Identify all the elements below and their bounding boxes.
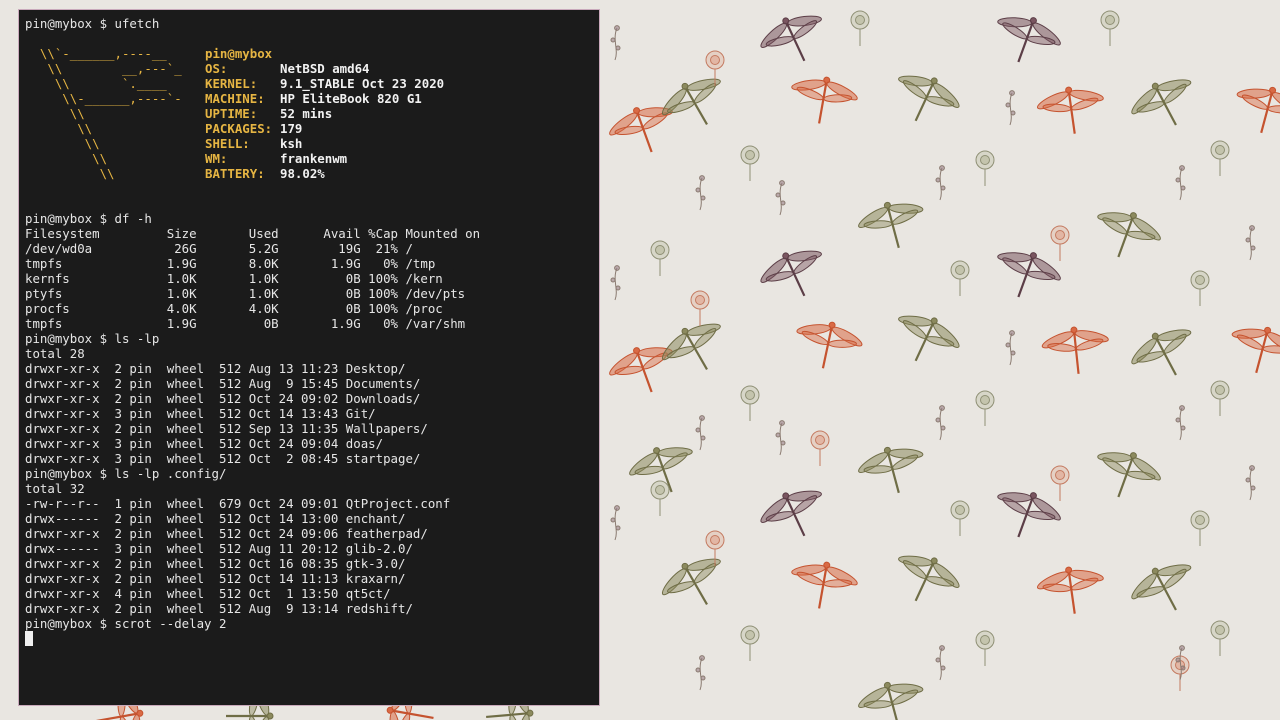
ls-row: drwxr-xr-x 3 pin wheel 512 Oct 14 13:43 … bbox=[25, 406, 376, 421]
info-key: PACKAGES: bbox=[205, 121, 273, 136]
info-value: HP EliteBook 820 G1 bbox=[280, 91, 422, 106]
info-key: SHELL: bbox=[205, 136, 250, 151]
info-key: UPTIME: bbox=[205, 106, 258, 121]
info-value: frankenwm bbox=[280, 151, 348, 166]
info-row-os: OS: NetBSD amd64 bbox=[205, 61, 444, 76]
ls-row: drwxr-xr-x 2 pin wheel 512 Sep 13 11:35 … bbox=[25, 421, 428, 436]
ascii-logo-line: \\ __,---`_ bbox=[25, 61, 182, 76]
df-header: Filesystem Size Used Avail %Cap Mounted … bbox=[25, 226, 481, 241]
ls-total: total 32 bbox=[25, 481, 85, 496]
info-row-wm: WM: frankenwm bbox=[205, 151, 444, 166]
info-value: 9.1_STABLE Oct 23 2020 bbox=[280, 76, 445, 91]
ls-row: drwxr-xr-x 2 pin wheel 512 Oct 24 09:02 … bbox=[25, 391, 421, 406]
prompt-line: pin@mybox $ ls -lp .config/ bbox=[25, 466, 227, 481]
ascii-logo-line: \\ bbox=[25, 136, 100, 151]
ls-row: drwxr-xr-x 3 pin wheel 512 Oct 24 09:04 … bbox=[25, 436, 384, 451]
info-row-packages: PACKAGES: 179 bbox=[205, 121, 444, 136]
prompt-line: pin@mybox $ ls -lp bbox=[25, 331, 160, 346]
info-key: WM: bbox=[205, 151, 228, 166]
df-row: kernfs 1.0K 1.0K 0B 100% /kern bbox=[25, 271, 443, 286]
user-host: pin@mybox bbox=[205, 46, 273, 61]
ascii-logo-line: \\-______,----`- bbox=[25, 91, 182, 106]
ls-row: drwx------ 3 pin wheel 512 Aug 11 20:12 … bbox=[25, 541, 413, 556]
ls-row: drwxr-xr-x 3 pin wheel 512 Oct 2 08:45 s… bbox=[25, 451, 421, 466]
ls-row: drwxr-xr-x 4 pin wheel 512 Oct 1 13:50 q… bbox=[25, 586, 391, 601]
prompt-line: pin@mybox $ scrot --delay 2 bbox=[25, 616, 227, 631]
text-cursor bbox=[25, 631, 33, 646]
ls-row: drwxr-xr-x 2 pin wheel 512 Oct 16 08:35 … bbox=[25, 556, 406, 571]
info-value: ksh bbox=[280, 136, 303, 151]
df-row: tmpfs 1.9G 8.0K 1.9G 0% /tmp bbox=[25, 256, 436, 271]
ascii-logo-line: \\ bbox=[25, 166, 115, 181]
ufetch-output: \\`-______,----__ \\ __,---`_ \\ `.____ … bbox=[25, 46, 599, 196]
info-row-uptime: UPTIME: 52 mins bbox=[205, 106, 444, 121]
info-key: KERNEL: bbox=[205, 76, 258, 91]
ascii-logo-line: \\ bbox=[25, 121, 93, 136]
ls-row: drwxr-xr-x 2 pin wheel 512 Aug 9 13:14 r… bbox=[25, 601, 413, 616]
ls-row: drwxr-xr-x 2 pin wheel 512 Oct 24 09:06 … bbox=[25, 526, 428, 541]
ascii-logo-line: \\`-______,----__ bbox=[25, 46, 167, 61]
info-row-battery: BATTERY: 98.02% bbox=[205, 166, 444, 181]
info-key: BATTERY: bbox=[205, 166, 265, 181]
ls-row: drwxr-xr-x 2 pin wheel 512 Aug 13 11:23 … bbox=[25, 361, 406, 376]
ascii-logo-line: \\ bbox=[25, 151, 108, 166]
info-value: NetBSD amd64 bbox=[280, 61, 370, 76]
info-row-kernel: KERNEL: 9.1_STABLE Oct 23 2020 bbox=[205, 76, 444, 91]
info-value: 52 mins bbox=[280, 106, 333, 121]
df-row: /dev/wd0a 26G 5.2G 19G 21% / bbox=[25, 241, 413, 256]
ls-row: drwxr-xr-x 2 pin wheel 512 Aug 9 15:45 D… bbox=[25, 376, 421, 391]
input-line[interactable] bbox=[25, 631, 599, 646]
info-row-machine: MACHINE: HP EliteBook 820 G1 bbox=[205, 91, 444, 106]
info-key: MACHINE: bbox=[205, 91, 265, 106]
prompt-line: pin@mybox $ ufetch bbox=[25, 16, 160, 31]
ls-total: total 28 bbox=[25, 346, 85, 361]
prompt-line: pin@mybox $ df -h bbox=[25, 211, 152, 226]
ls-row: -rw-r--r-- 1 pin wheel 679 Oct 24 09:01 … bbox=[25, 496, 451, 511]
df-row: tmpfs 1.9G 0B 1.9G 0% /var/shm bbox=[25, 316, 466, 331]
info-row-shell: SHELL: ksh bbox=[205, 136, 444, 151]
info-value: 179 bbox=[280, 121, 303, 136]
df-row: procfs 4.0K 4.0K 0B 100% /proc bbox=[25, 301, 443, 316]
info-key: OS: bbox=[205, 61, 228, 76]
ascii-logo-line: \\ `.____ bbox=[25, 76, 167, 91]
info-value: 98.02% bbox=[280, 166, 325, 181]
ls-row: drwxr-xr-x 2 pin wheel 512 Oct 14 11:13 … bbox=[25, 571, 406, 586]
df-row: ptyfs 1.0K 1.0K 0B 100% /dev/pts bbox=[25, 286, 466, 301]
system-info: pin@mybox OS: NetBSD amd64 KERNEL: 9.1_STA… bbox=[205, 46, 444, 181]
terminal-window[interactable]: pin@mybox $ ufetch \\`-______,----__ \\ … bbox=[18, 9, 600, 706]
ascii-logo: \\`-______,----__ \\ __,---`_ \\ `.____ … bbox=[25, 46, 182, 181]
ascii-logo-line: \\ bbox=[25, 106, 85, 121]
ls-row: drwx------ 2 pin wheel 512 Oct 14 13:00 … bbox=[25, 511, 406, 526]
